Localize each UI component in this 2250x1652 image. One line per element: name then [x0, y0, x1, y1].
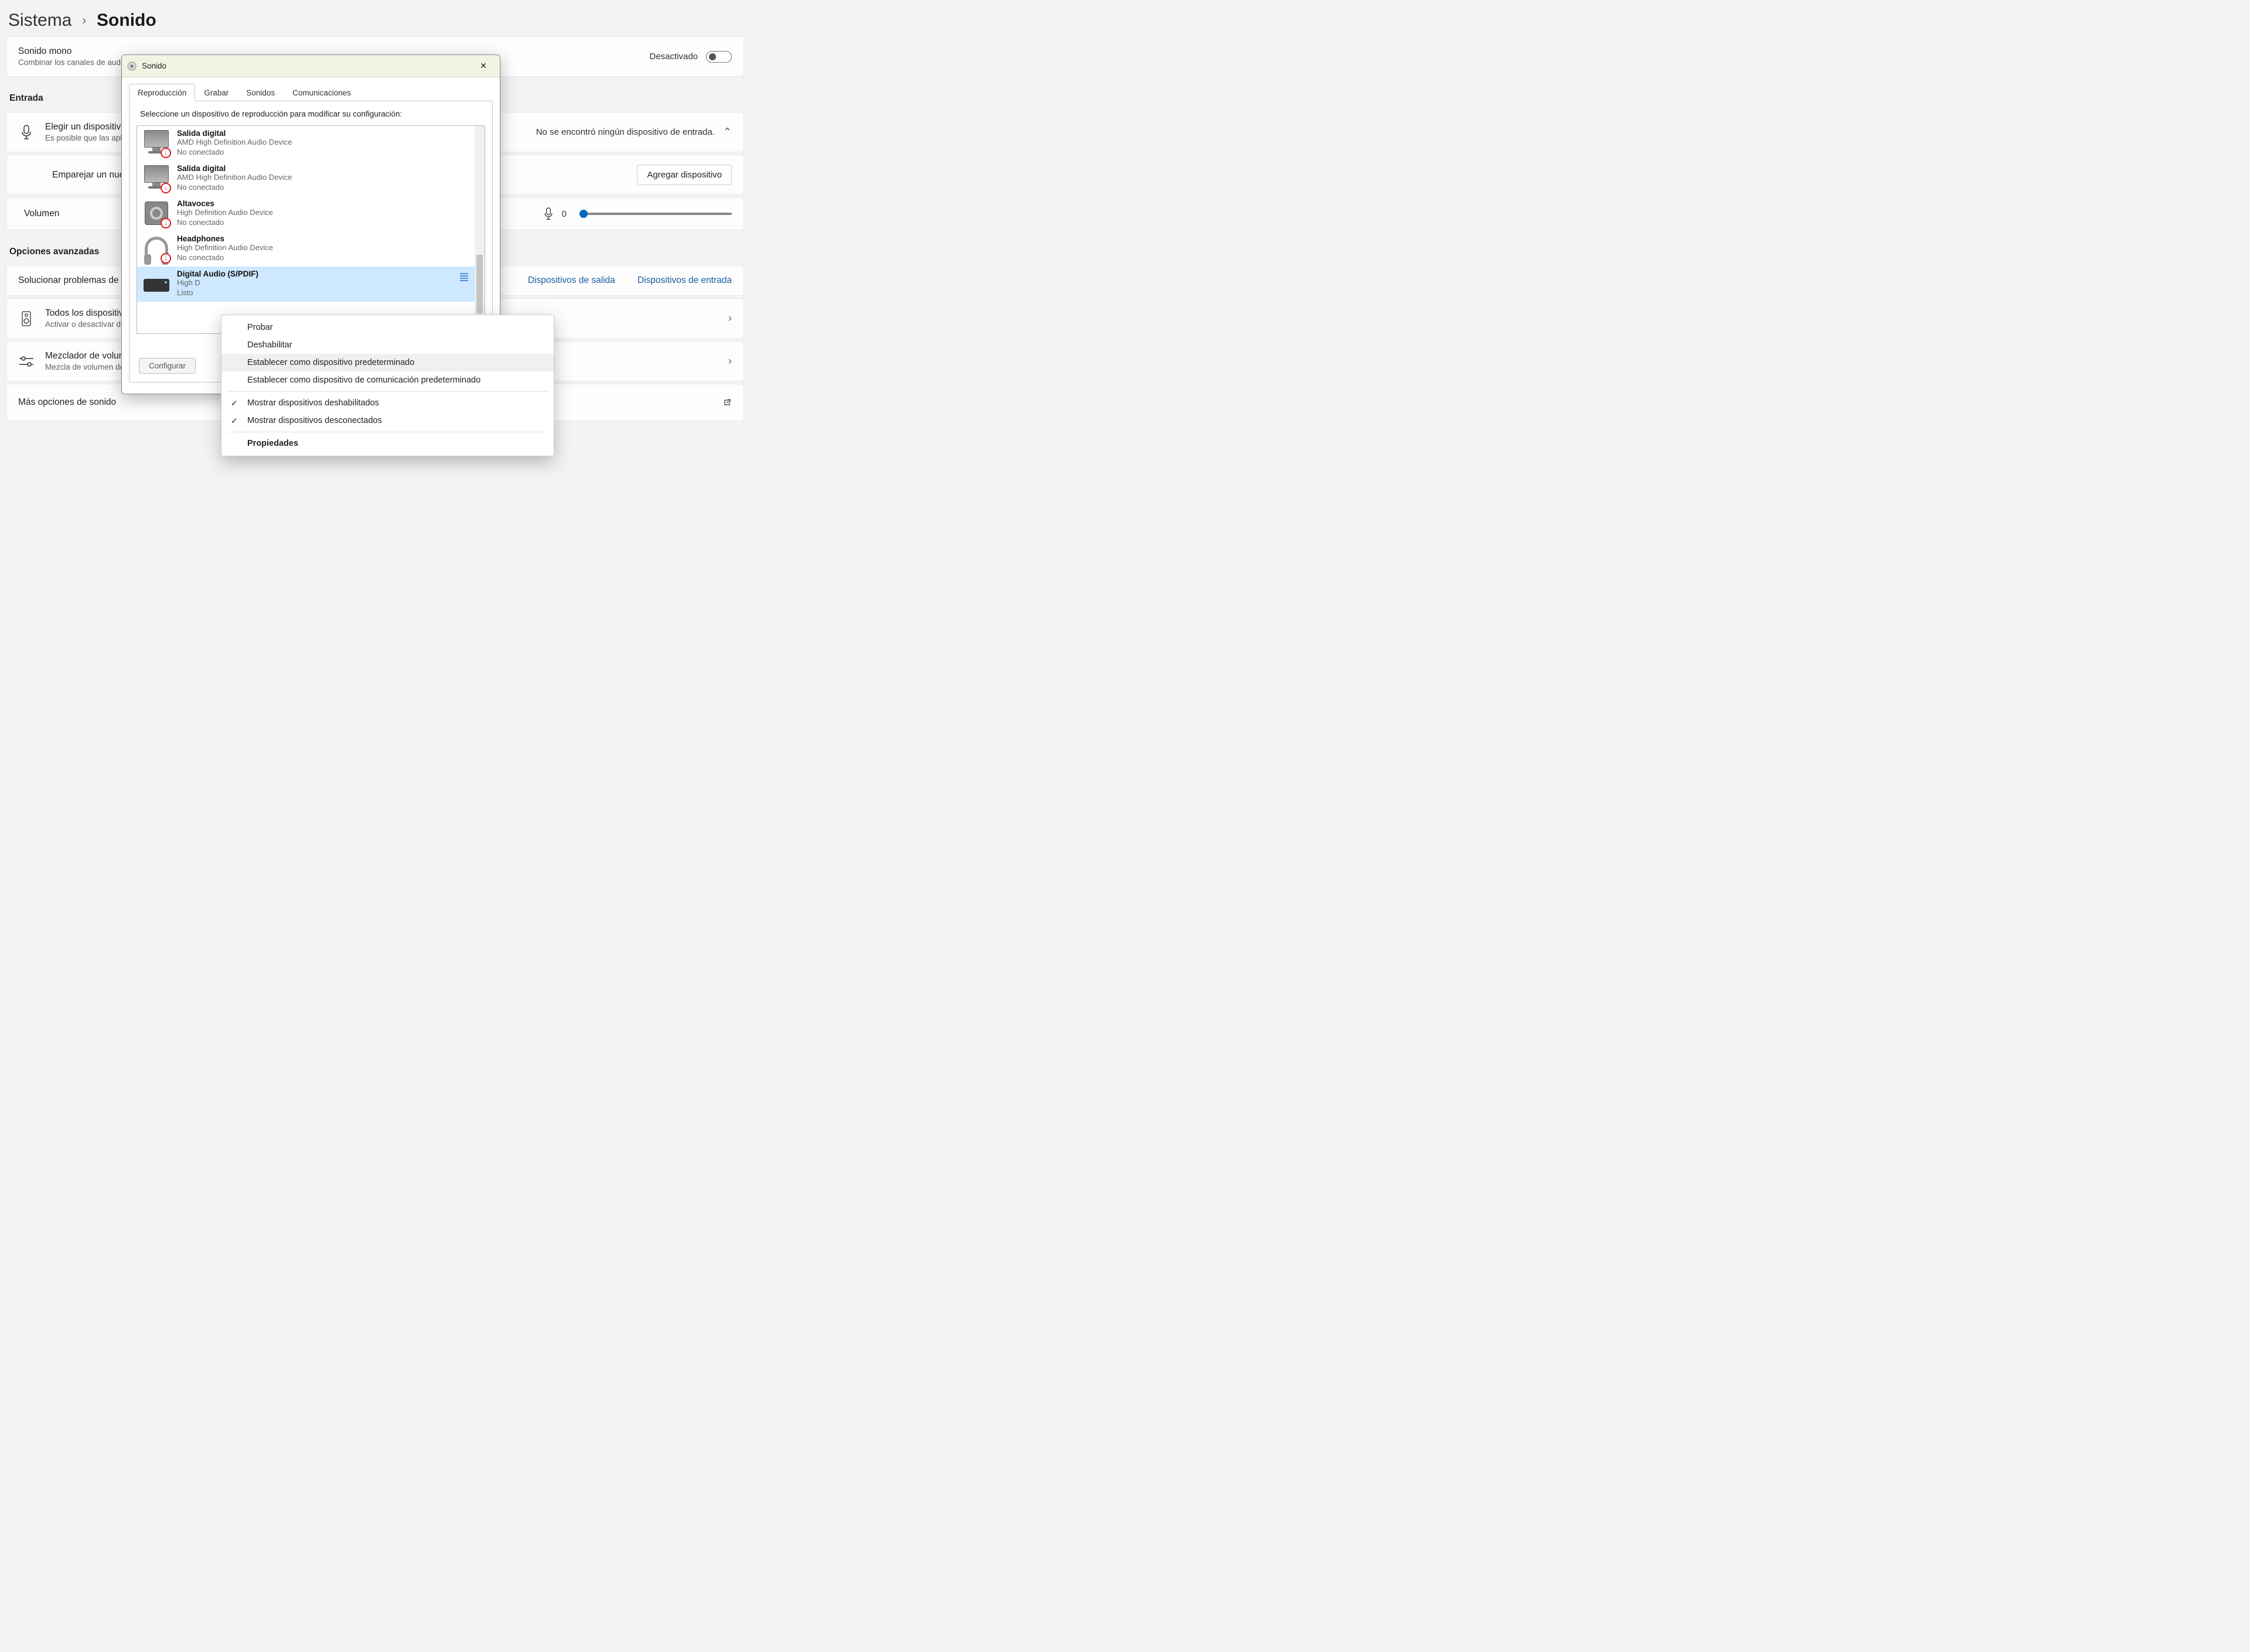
tab-recording[interactable]: Grabar: [195, 84, 237, 101]
context-menu-item[interactable]: Mostrar dispositivos deshabilitados: [221, 394, 554, 412]
device-name: Salida digital: [177, 164, 480, 173]
device-desc: AMD High Definition Audio Device: [177, 138, 480, 148]
device-context-menu: ProbarDeshabilitarEstablecer como dispos…: [221, 315, 554, 456]
close-icon: ✕: [480, 61, 487, 71]
device-status: No conectado: [177, 148, 480, 158]
device-desc: High Definition Audio Device: [177, 243, 480, 253]
speaker-icon: [142, 199, 171, 228]
microphone-icon: [543, 207, 554, 220]
playback-instruction: Seleccione un dispositivo de reproducció…: [137, 110, 485, 118]
context-menu-item[interactable]: Propiedades: [221, 435, 554, 452]
breadcrumb-parent[interactable]: Sistema: [8, 11, 71, 30]
device-name: Altavoces: [177, 199, 480, 208]
device-row[interactable]: Salida digitalAMD High Definition Audio …: [137, 126, 485, 161]
external-link-icon: [722, 398, 732, 407]
device-name: Digital Audio (S/PDIF): [177, 269, 480, 278]
mono-toggle[interactable]: [706, 51, 732, 63]
device-row[interactable]: HeadphonesHigh Definition Audio DeviceNo…: [137, 231, 485, 267]
device-name: Salida digital: [177, 129, 480, 138]
sound-icon: [127, 61, 137, 71]
context-menu-item[interactable]: Probar: [221, 319, 554, 336]
device-desc: High D: [177, 278, 480, 288]
speaker-icon: [18, 311, 35, 326]
device-status: No conectado: [177, 253, 480, 263]
tab-sounds[interactable]: Sonidos: [237, 84, 284, 101]
disconnected-badge-icon: [161, 183, 171, 193]
no-input-device-label: No se encontró ningún dispositivo de ent…: [536, 127, 715, 137]
headphones-icon: [142, 234, 171, 264]
device-name: Headphones: [177, 234, 480, 243]
breadcrumb-current: Sonido: [97, 11, 156, 30]
menu-separator: [227, 391, 548, 392]
input-devices-link[interactable]: Dispositivos de entrada: [638, 275, 732, 286]
dac-icon: [142, 269, 171, 299]
disconnected-badge-icon: [161, 253, 171, 264]
chevron-right-icon: ›: [728, 355, 732, 367]
close-button[interactable]: ✕: [472, 59, 495, 74]
disconnected-badge-icon: [161, 218, 171, 228]
dialog-title: Sonido: [142, 62, 472, 70]
playback-device-list[interactable]: Salida digitalAMD High Definition Audio …: [137, 125, 485, 334]
monitor-icon: [142, 164, 171, 193]
output-devices-link[interactable]: Dispositivos de salida: [528, 275, 615, 286]
device-row[interactable]: AltavocesHigh Definition Audio DeviceNo …: [137, 196, 485, 231]
breadcrumb: Sistema › Sonido: [0, 0, 750, 36]
tab-playback[interactable]: Reproducción: [129, 84, 195, 101]
mono-state-label: Desactivado: [649, 52, 698, 62]
context-menu-item[interactable]: Establecer como dispositivo predetermina…: [221, 354, 554, 371]
add-device-button[interactable]: Agregar dispositivo: [637, 165, 732, 185]
device-status: Listo: [177, 288, 480, 298]
device-row[interactable]: Digital Audio (S/PDIF)High DListo: [137, 267, 485, 302]
chevron-right-icon: ›: [728, 312, 732, 325]
chevron-right-icon: ›: [82, 14, 86, 28]
disconnected-badge-icon: [161, 148, 171, 158]
dialog-titlebar[interactable]: Sonido ✕: [122, 55, 500, 77]
dialog-tabs: Reproducción Grabar Sonidos Comunicacion…: [129, 83, 493, 101]
context-menu-item[interactable]: Deshabilitar: [221, 336, 554, 354]
device-desc: High Definition Audio Device: [177, 208, 480, 218]
device-status: No conectado: [177, 183, 480, 193]
scrollbar[interactable]: [475, 126, 485, 333]
context-menu-item[interactable]: Mostrar dispositivos desconectados: [221, 412, 554, 429]
device-status: No conectado: [177, 218, 480, 228]
chevron-down-icon: ⌃: [723, 126, 732, 138]
device-row[interactable]: Salida digitalAMD High Definition Audio …: [137, 161, 485, 196]
context-menu-item[interactable]: Establecer como dispositivo de comunicac…: [221, 371, 554, 389]
mixer-icon: [18, 355, 35, 368]
tab-communications[interactable]: Comunicaciones: [284, 84, 360, 101]
device-desc: AMD High Definition Audio Device: [177, 173, 480, 183]
volume-slider[interactable]: [579, 213, 732, 215]
monitor-icon: [142, 129, 171, 158]
microphone-icon: [18, 125, 35, 140]
level-meter-icon: [460, 273, 468, 284]
configure-button[interactable]: Configurar: [139, 358, 196, 374]
volume-value: 0: [562, 209, 567, 219]
